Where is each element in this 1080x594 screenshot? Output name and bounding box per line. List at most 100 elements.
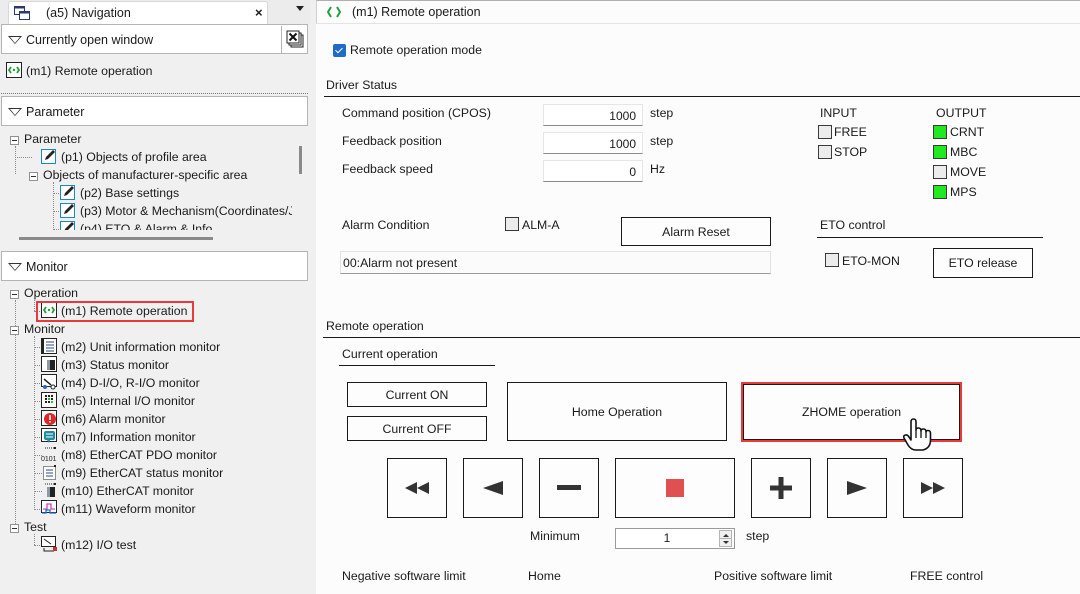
parameter-tree: Parameter (p1) Objects of profile area O… — [1, 128, 292, 230]
remote-operation-mode-label: Remote operation mode — [350, 43, 482, 57]
tree-node-label: (m9) EtherCAT status monitor — [61, 466, 224, 480]
tree-node-operation[interactable]: Operation — [24, 284, 78, 302]
close-icon[interactable]: × — [255, 5, 263, 20]
spin-up-icon[interactable] — [723, 534, 729, 537]
eto-mon-lamp — [825, 253, 839, 267]
step-plus-button[interactable] — [751, 458, 811, 518]
current-on-button[interactable]: Current ON — [347, 382, 487, 407]
step-minus-button[interactable] — [539, 458, 599, 518]
double-right-arrow-icon — [921, 482, 945, 494]
svg-text:0101: 0101 — [41, 456, 57, 462]
tree-node-label: (m11) Waveform monitor — [61, 502, 196, 516]
tree-node-m10[interactable]: (m10) EtherCAT monitor — [41, 482, 194, 500]
tree-node-m3[interactable]: (m3) Status monitor — [41, 356, 169, 374]
tree-node-m2[interactable]: (m2) Unit information monitor — [41, 338, 220, 356]
tree-node-label: Parameter — [24, 132, 82, 146]
status-monitor-icon — [41, 356, 57, 372]
pdo-monitor-icon: 0101 — [41, 447, 57, 462]
tree-node-m1[interactable]: (m1) Remote operation — [41, 302, 187, 320]
tree-node-monitor[interactable]: Monitor — [24, 320, 65, 338]
free-input-lamp — [818, 125, 832, 139]
remote-operation-mode-checkbox[interactable] — [333, 44, 346, 57]
stop-button[interactable] — [615, 458, 735, 518]
feedback-speed-unit: Hz — [650, 162, 666, 176]
tree-node-m7[interactable]: (m7) Information monitor — [41, 428, 196, 446]
tree-node-label: Objects of manufacturer-specific area — [43, 168, 248, 182]
section-currently-open-window[interactable]: Currently open window — [1, 24, 308, 54]
section-monitor[interactable]: Monitor — [1, 251, 308, 281]
spin-down-icon[interactable] — [723, 541, 729, 544]
tree-node-parameter[interactable]: Parameter — [24, 130, 81, 148]
tree-node-m11[interactable]: (m11) Waveform monitor — [41, 500, 196, 518]
input-heading: INPUT — [820, 106, 857, 120]
tree-node-m8[interactable]: 0101 (m8) EtherCAT PDO monitor — [41, 446, 217, 464]
step-size-label: Minimum — [530, 529, 580, 543]
tree-node-m4[interactable]: (m4) D-I/O, R-I/O monitor — [41, 374, 200, 392]
reverse-button[interactable] — [463, 458, 523, 518]
alarm-reset-button[interactable]: Alarm Reset — [621, 217, 771, 246]
collapse-toggle[interactable] — [10, 290, 19, 299]
positive-software-limit-label: Positive software limit — [714, 569, 833, 583]
alarm-status-field: 00:Alarm not present — [340, 251, 771, 274]
collapse-toggle[interactable] — [10, 524, 19, 533]
step-size-unit: step — [746, 529, 770, 543]
edit-parameter-icon — [41, 149, 56, 164]
tree-node-test[interactable]: Test — [24, 518, 47, 536]
tree-node-m12[interactable]: (m12) I/O test — [41, 536, 136, 554]
minus-icon — [557, 485, 581, 490]
open-window-item-remote-operation[interactable]: (m1) Remote operation — [6, 62, 152, 80]
feedback-position-label: Feedback position — [342, 134, 442, 148]
remote-operation-tab-title: (m1) Remote operation — [352, 5, 481, 19]
tree-node-p3[interactable]: (p3) Motor & Mechanism(Coordinates/J — [60, 202, 292, 220]
navigation-panel: (a5) Navigation × Currently open window … — [0, 0, 310, 594]
step-size-spinner[interactable]: 1 — [615, 528, 735, 549]
alarm-condition-label: Alarm Condition — [342, 218, 430, 232]
scrollbar-thumb[interactable] — [299, 146, 302, 174]
fast-reverse-button[interactable] — [387, 458, 447, 518]
collapse-toggle[interactable] — [10, 136, 19, 145]
tree-node-label: (p4) ETO & Alarm & Info — [80, 222, 213, 230]
eto-release-button[interactable]: ETO release — [933, 248, 1033, 278]
step-size-value[interactable]: 1 — [616, 529, 718, 548]
current-off-button[interactable]: Current OFF — [347, 416, 487, 441]
tree-node-p1[interactable]: (p1) Objects of profile area — [41, 148, 207, 166]
remote-operation-icon — [6, 62, 22, 78]
alarm-icon — [41, 410, 57, 426]
collapse-toggle[interactable] — [29, 172, 38, 181]
io-test-icon — [41, 536, 57, 552]
vertical-scrollbar[interactable] — [292, 128, 308, 230]
remote-operation-tab[interactable]: (m1) Remote operation — [316, 0, 1080, 24]
collapse-triangle-icon — [8, 108, 22, 116]
tree-node-label: (m7) Information monitor — [61, 430, 196, 444]
internal-io-icon — [41, 392, 57, 408]
close-all-windows-button[interactable] — [281, 26, 309, 54]
remote-operation-icon — [41, 302, 57, 318]
tree-node-manufacturer-area[interactable]: Objects of manufacturer-specific area — [43, 166, 247, 184]
home-operation-button[interactable]: Home Operation — [507, 382, 727, 441]
chevron-down-icon[interactable] — [296, 6, 304, 11]
collapse-triangle-icon — [8, 263, 22, 271]
remote-operation-window: (m1) Remote operation Remote operation m… — [316, 0, 1080, 594]
tree-node-p4[interactable]: (p4) ETO & Alarm & Info — [60, 220, 212, 230]
tree-node-label: (m6) Alarm monitor — [61, 412, 166, 426]
tree-node-p2[interactable]: (p2) Base settings — [60, 184, 179, 202]
navigation-tab-bar: (a5) Navigation × — [0, 0, 310, 25]
tree-node-m6[interactable]: (m6) Alarm monitor — [41, 410, 166, 428]
unit-information-icon — [41, 338, 57, 354]
tree-node-m5[interactable]: (m5) Internal I/O monitor — [41, 392, 195, 410]
edit-parameter-icon — [60, 221, 75, 230]
section-label: Parameter — [26, 105, 85, 119]
scrollbar-thumb[interactable] — [19, 237, 213, 240]
collapse-toggle[interactable] — [10, 326, 19, 335]
feedback-position-unit: step — [650, 134, 674, 148]
fast-forward-button[interactable] — [903, 458, 963, 518]
forward-button[interactable] — [827, 458, 887, 518]
splitter[interactable] — [1, 93, 308, 94]
tree-node-label: (m4) D-I/O, R-I/O monitor — [61, 376, 200, 390]
navigation-tab-title: (a5) Navigation — [46, 6, 131, 20]
horizontal-scrollbar[interactable] — [1, 230, 308, 246]
navigation-tab[interactable]: (a5) Navigation × — [8, 1, 268, 25]
tree-node-m9[interactable]: (m9) EtherCAT status monitor — [41, 464, 223, 482]
section-parameter[interactable]: Parameter — [1, 96, 308, 126]
crnt-output-label: CRNT — [950, 125, 985, 139]
